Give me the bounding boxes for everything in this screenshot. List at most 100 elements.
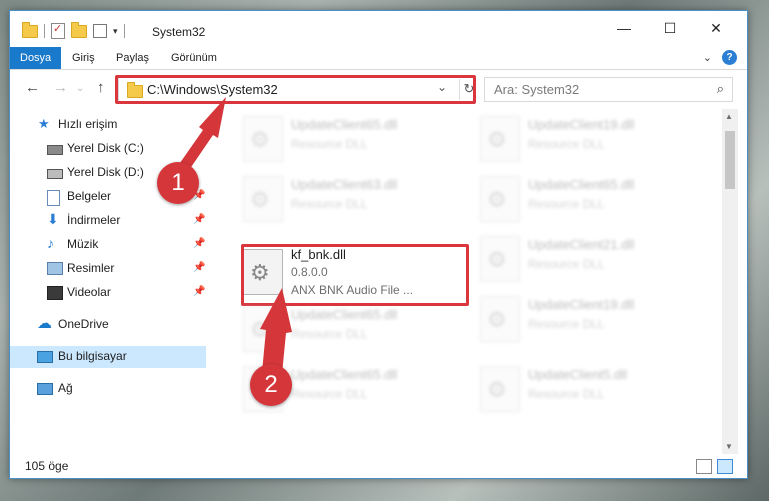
maximize-button[interactable]: ☐	[647, 17, 693, 39]
vertical-scrollbar[interactable]: ▲ ▼	[722, 109, 738, 454]
dll-file-icon	[480, 176, 520, 222]
close-button[interactable]: ✕	[693, 17, 739, 39]
sidebar-item-this-pc[interactable]: Bu bilgisayar	[10, 346, 206, 368]
window-title: System32	[152, 25, 206, 39]
title-bar: ▾ System32 — ☐ ✕	[10, 11, 747, 47]
sidebar-item-label: Müzik	[67, 237, 99, 251]
pin-icon[interactable]: 📌	[193, 214, 205, 225]
file-type: Resource DLL	[528, 137, 605, 151]
sidebar-item-resimler[interactable]: Resimler 📌	[10, 258, 206, 280]
sidebar-item-onedrive[interactable]: ☁ OneDrive	[10, 314, 206, 336]
sidebar-item-quick-access[interactable]: ★ Hızlı erişim	[10, 114, 206, 136]
back-arrow-icon[interactable]: ←	[25, 79, 40, 96]
search-icon: ⌕	[716, 81, 724, 96]
computer-icon	[37, 351, 53, 363]
pin-icon[interactable]: 📌	[193, 286, 205, 297]
dll-file-icon	[480, 116, 520, 162]
list-item[interactable]: UpdateClient19.dll Resource DLL	[472, 113, 692, 169]
cloud-icon: ☁	[37, 315, 52, 332]
pictures-icon	[47, 262, 63, 275]
list-item[interactable]: UpdateClient5.dll Resource DLL	[472, 363, 692, 419]
file-highlight-box	[241, 244, 469, 306]
recent-chevron-icon[interactable]: ⌄	[76, 83, 84, 94]
dll-file-icon	[243, 176, 283, 222]
drive-icon	[47, 169, 63, 179]
file-name: UpdateClient63.dll	[291, 177, 398, 192]
ribbon-controls: ⌄ ?	[703, 50, 737, 65]
new-folder-icon[interactable]	[71, 21, 87, 38]
divider	[44, 24, 45, 38]
sidebar-item-label: Videolar	[67, 285, 111, 299]
navigation-pane: ★ Hızlı erişim Yerel Disk (C:) Yerel Dis…	[10, 109, 208, 454]
scroll-down-icon[interactable]: ▼	[725, 442, 733, 451]
divider	[123, 24, 125, 38]
minimize-button[interactable]: —	[601, 17, 647, 39]
list-item[interactable]: UpdateClient19.dll Resource DLL	[472, 293, 692, 349]
file-name: UpdateClient65.dll	[528, 177, 635, 192]
sidebar-item-label: Yerel Disk (D:)	[67, 165, 144, 179]
address-highlight-box	[115, 75, 476, 104]
item-count: 105 öge	[25, 459, 69, 473]
tiles-view-icon[interactable]	[717, 459, 733, 474]
file-name: UpdateClient19.dll	[528, 297, 635, 312]
dll-file-icon	[480, 236, 520, 282]
videos-icon	[47, 286, 63, 300]
details-view-icon[interactable]	[696, 459, 712, 474]
search-input[interactable]: Ara: System32 ⌕	[484, 77, 733, 102]
tab-dosya[interactable]: Dosya	[10, 47, 62, 69]
sidebar-item-muzik[interactable]: ♪ Müzik 📌	[10, 234, 206, 256]
file-type: Resource DLL	[291, 387, 368, 401]
explorer-window: ▾ System32 — ☐ ✕ Dosya Giriş Paylaş Görü…	[9, 10, 748, 479]
sidebar-item-label: Yerel Disk (C:)	[67, 141, 144, 155]
view-icon[interactable]	[93, 24, 107, 38]
forward-arrow-icon[interactable]: →	[53, 79, 68, 96]
file-type: Resource DLL	[291, 137, 368, 151]
pin-icon[interactable]: 📌	[193, 238, 205, 249]
dll-file-icon	[243, 306, 283, 352]
properties-icon[interactable]	[51, 22, 65, 39]
star-icon: ★	[38, 116, 50, 131]
sidebar-item-indirmeler[interactable]: ⬇ İndirmeler 📌	[10, 210, 206, 232]
chevron-down-icon[interactable]: ⌄	[703, 51, 712, 64]
drive-icon	[47, 145, 63, 155]
navigation-bar: ← → ⌄ ↑ C:\Windows\System32 ⌄ ↻ Ara: Sys…	[10, 70, 747, 108]
search-placeholder: Ara: System32	[494, 82, 580, 97]
help-icon[interactable]: ?	[722, 50, 737, 65]
file-name: UpdateClient21.dll	[528, 237, 635, 252]
file-name: UpdateClient19.dll	[528, 117, 635, 132]
step-marker-1: 1	[157, 162, 199, 204]
list-item[interactable]: UpdateClient65.dll Resource DLL	[235, 303, 455, 359]
file-type: Resource DLL	[528, 387, 605, 401]
file-name: UpdateClient65.dll	[291, 117, 398, 132]
status-bar: 105 öge	[10, 455, 747, 478]
dll-file-icon	[243, 116, 283, 162]
sidebar-item-network[interactable]: Ağ	[10, 378, 206, 400]
list-item[interactable]: UpdateClient63.dll Resource DLL	[235, 173, 455, 229]
list-item[interactable]: UpdateClient65.dll Resource DLL	[472, 173, 692, 229]
scrollbar-thumb[interactable]	[725, 131, 735, 189]
step-marker-2: 2	[250, 364, 292, 406]
sidebar-item-label: Bu bilgisayar	[58, 349, 127, 363]
download-icon: ⬇	[47, 211, 59, 227]
sidebar-item-drive-c[interactable]: Yerel Disk (C:)	[10, 138, 206, 160]
sidebar-item-label: İndirmeler	[67, 213, 121, 227]
dll-file-icon	[480, 366, 520, 412]
dll-file-icon	[480, 296, 520, 342]
file-type: Resource DLL	[528, 197, 605, 211]
file-list: UpdateClient65.dll Resource DLL UpdateCl…	[208, 109, 720, 454]
ribbon-tabs: Dosya Giriş Paylaş Görünüm ⌄ ?	[10, 47, 747, 70]
list-item[interactable]: UpdateClient21.dll Resource DLL	[472, 233, 692, 289]
customize-toolbar-icon[interactable]: ▾	[113, 26, 118, 37]
music-icon: ♪	[47, 235, 54, 251]
tab-paylas[interactable]: Paylaş	[106, 47, 159, 69]
up-arrow-icon[interactable]: ↑	[97, 79, 105, 96]
sidebar-item-label: Hızlı erişim	[58, 117, 118, 131]
tab-gorunum[interactable]: Görünüm	[161, 47, 227, 69]
sidebar-item-label: Ağ	[58, 381, 73, 395]
pin-icon[interactable]: 📌	[193, 262, 205, 273]
file-type: Resource DLL	[528, 317, 605, 331]
tab-giris[interactable]: Giriş	[62, 47, 105, 69]
list-item[interactable]: UpdateClient65.dll Resource DLL	[235, 113, 455, 169]
scroll-up-icon[interactable]: ▲	[725, 112, 733, 121]
sidebar-item-videolar[interactable]: Videolar 📌	[10, 282, 206, 304]
